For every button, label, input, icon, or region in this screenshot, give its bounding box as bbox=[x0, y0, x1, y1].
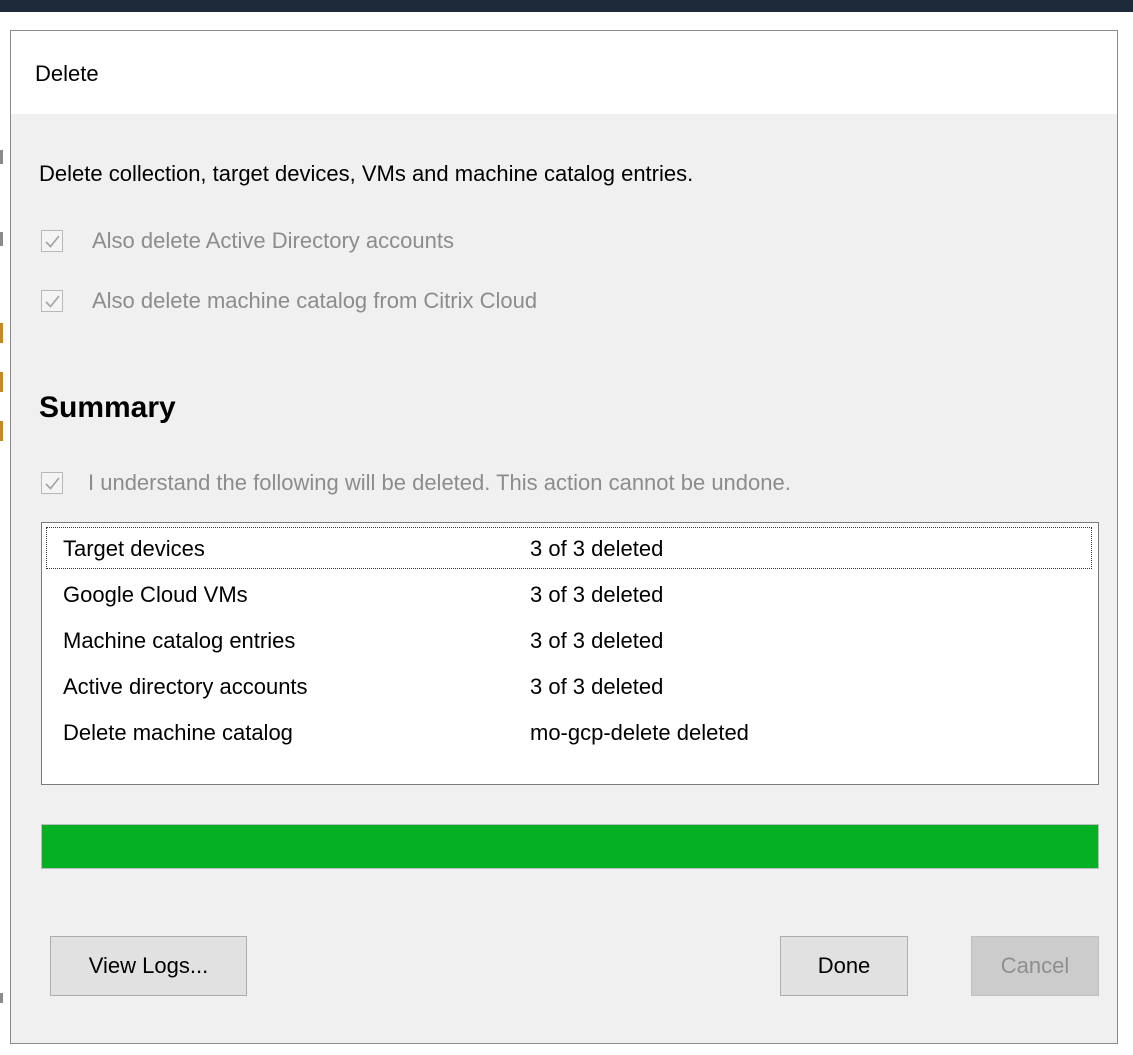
option-label: Also delete machine catalog from Citrix … bbox=[92, 288, 538, 313]
list-item-status: 3 of 3 deleted bbox=[530, 536, 664, 561]
summary-heading: Summary bbox=[39, 391, 176, 424]
list-item[interactable]: Active directory accounts 3 of 3 deleted bbox=[46, 665, 1092, 707]
list-item-status: 3 of 3 deleted bbox=[530, 582, 664, 607]
check-icon bbox=[45, 477, 60, 490]
window-top-strip bbox=[0, 0, 1133, 12]
checkbox-confirm-understand[interactable] bbox=[41, 472, 63, 494]
option-delete-ad-accounts[interactable]: Also delete Active Directory accounts bbox=[41, 226, 454, 256]
dialog-description: Delete collection, target devices, VMs a… bbox=[39, 161, 694, 186]
list-item[interactable]: Delete machine catalog mo-gcp-delete del… bbox=[46, 711, 1092, 753]
background-edge-mark bbox=[0, 993, 3, 1003]
list-item[interactable]: Machine catalog entries 3 of 3 deleted bbox=[46, 619, 1092, 661]
progress-bar-fill bbox=[42, 825, 1098, 868]
confirm-label: I understand the following will be delet… bbox=[88, 470, 791, 495]
background-edge-mark bbox=[0, 150, 3, 164]
list-item-status: 3 of 3 deleted bbox=[530, 674, 664, 699]
cancel-button[interactable]: Cancel bbox=[971, 936, 1099, 996]
dialog-title: Delete bbox=[35, 61, 99, 86]
view-logs-button[interactable]: View Logs... bbox=[50, 936, 247, 996]
option-label: Also delete Active Directory accounts bbox=[92, 228, 454, 253]
option-delete-catalog-citrix-cloud[interactable]: Also delete machine catalog from Citrix … bbox=[41, 286, 537, 316]
background-edge-mark bbox=[0, 323, 3, 343]
list-item-status: mo-gcp-delete deleted bbox=[530, 720, 749, 745]
check-icon bbox=[45, 235, 60, 248]
list-item-name: Google Cloud VMs bbox=[63, 582, 248, 607]
list-item[interactable]: Target devices 3 of 3 deleted bbox=[46, 527, 1092, 569]
delete-dialog: Delete Delete collection, target devices… bbox=[10, 30, 1118, 1044]
list-item-status: 3 of 3 deleted bbox=[530, 628, 664, 653]
background-edge-mark bbox=[0, 372, 3, 392]
done-button[interactable]: Done bbox=[780, 936, 908, 996]
background-edge-mark bbox=[0, 232, 3, 246]
checkbox-delete-ad-accounts[interactable] bbox=[41, 230, 63, 252]
checkbox-delete-catalog-citrix-cloud[interactable] bbox=[41, 290, 63, 312]
confirm-understand-option[interactable]: I understand the following will be delet… bbox=[41, 468, 791, 498]
background-edge-mark bbox=[0, 421, 3, 441]
list-item-name: Machine catalog entries bbox=[63, 628, 296, 653]
progress-bar bbox=[41, 824, 1099, 869]
list-item-name: Active directory accounts bbox=[63, 674, 308, 699]
check-icon bbox=[45, 295, 60, 308]
summary-list[interactable]: Target devices 3 of 3 deleted Google Clo… bbox=[41, 522, 1099, 785]
dialog-titlebar: Delete bbox=[11, 31, 1117, 114]
list-item[interactable]: Google Cloud VMs 3 of 3 deleted bbox=[46, 573, 1092, 615]
list-item-name: Delete machine catalog bbox=[63, 720, 293, 745]
list-item-name: Target devices bbox=[63, 536, 205, 561]
